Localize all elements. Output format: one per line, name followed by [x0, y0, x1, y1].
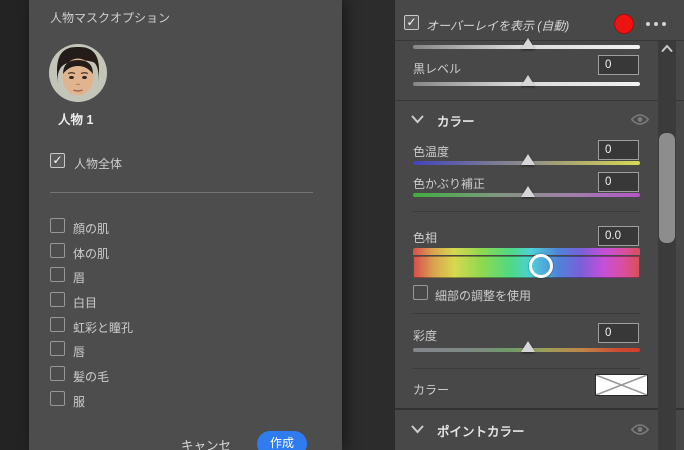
chevron-down-icon[interactable]	[411, 115, 424, 124]
color-swatch-label: カラー	[413, 381, 449, 398]
create-button[interactable]: 作成	[257, 431, 307, 450]
hue-reference-strip	[413, 248, 640, 255]
saturation-slider[interactable]	[413, 348, 640, 352]
app-canvas: 人物マスクオプション 人物 1 人物全体 顔の肌 体の肌 眉	[0, 0, 684, 450]
divider	[413, 368, 640, 369]
dialog-title: 人物マスクオプション	[50, 9, 170, 26]
black-level-value[interactable]: 0	[598, 55, 639, 75]
black-level-label: 黒レベル	[413, 60, 461, 77]
show-overlay-checkbox[interactable]	[404, 15, 419, 30]
entire-person-label: 人物全体	[74, 155, 122, 172]
part-checkbox-lips[interactable]	[50, 341, 65, 356]
slider-thumb[interactable]	[521, 341, 535, 352]
chevron-up-icon[interactable]	[661, 44, 673, 53]
part-checkbox-sclera[interactable]	[50, 292, 65, 307]
saturation-value[interactable]: 0	[598, 323, 639, 343]
saturation-label: 彩度	[413, 327, 437, 344]
background-left-strip	[0, 0, 29, 450]
part-checkbox-clothes[interactable]	[50, 391, 65, 406]
hue-slider[interactable]	[413, 256, 640, 278]
fine-adjust-label: 細部の調整を使用	[435, 287, 531, 304]
mask-adjustment-panel: オーバーレイを表示 (自動) 黒レベル 0 カラー 色温度 0	[395, 0, 684, 450]
part-checkbox-eyebrows[interactable]	[50, 267, 65, 282]
slider-thumb[interactable]	[521, 38, 535, 49]
overlay-color-indicator[interactable]	[614, 14, 634, 34]
temperature-slider[interactable]	[413, 161, 640, 165]
part-checkbox-body-skin[interactable]	[50, 243, 65, 258]
hue-value[interactable]: 0.0	[598, 226, 639, 246]
cancel-button[interactable]: キャンセル	[175, 435, 237, 450]
part-checkbox-hair[interactable]	[50, 366, 65, 381]
no-color-x-icon	[596, 375, 647, 395]
color-section-title: カラー	[437, 111, 475, 130]
temperature-value[interactable]: 0	[598, 140, 639, 160]
section-divider	[395, 408, 684, 410]
divider	[413, 211, 640, 212]
part-label: 体の肌	[73, 245, 109, 262]
tint-slider[interactable]	[413, 193, 640, 197]
person-name-label: 人物 1	[58, 109, 93, 128]
person-face-image	[49, 44, 107, 102]
chevron-down-icon[interactable]	[411, 425, 424, 434]
part-label: 服	[73, 393, 85, 410]
black-level-slider[interactable]	[413, 82, 640, 86]
divider	[395, 40, 684, 41]
divider	[395, 100, 684, 101]
part-label: 白目	[73, 294, 97, 311]
tint-value[interactable]: 0	[598, 172, 639, 192]
color-swatch-none[interactable]	[595, 374, 648, 396]
slider-thumb[interactable]	[521, 154, 535, 165]
divider	[413, 313, 640, 314]
hue-slider-handle[interactable]	[529, 254, 553, 278]
dialog-divider	[50, 192, 313, 193]
person-mask-options-dialog: 人物マスクオプション 人物 1 人物全体 顔の肌 体の肌 眉	[29, 0, 342, 450]
scrollbar-track[interactable]	[658, 41, 676, 450]
part-checkbox-face-skin[interactable]	[50, 218, 65, 233]
entire-person-checkbox[interactable]	[50, 153, 65, 168]
person-thumbnail[interactable]	[49, 44, 107, 102]
part-label: 眉	[73, 269, 85, 286]
scrollbar-thumb[interactable]	[659, 133, 675, 243]
part-label: 虹彩と瞳孔	[73, 319, 133, 336]
point-color-section-title: ポイントカラー	[437, 421, 525, 440]
slider-thumb[interactable]	[521, 186, 535, 197]
eye-icon[interactable]	[631, 113, 649, 126]
part-label: 顔の肌	[73, 220, 109, 237]
hue-label: 色相	[413, 229, 437, 246]
temperature-label: 色温度	[413, 143, 449, 160]
slider-thumb[interactable]	[521, 75, 535, 86]
ellipsis-icon[interactable]	[646, 22, 666, 26]
part-label: 唇	[73, 343, 85, 360]
tint-label: 色かぶり補正	[413, 175, 485, 192]
part-label: 髪の毛	[73, 368, 109, 385]
show-overlay-label: オーバーレイを表示 (自動)	[426, 17, 569, 34]
partial-slider[interactable]	[413, 45, 640, 49]
eye-icon[interactable]	[631, 423, 649, 436]
part-checkbox-iris-pupil[interactable]	[50, 317, 65, 332]
fine-adjust-checkbox[interactable]	[413, 285, 428, 300]
